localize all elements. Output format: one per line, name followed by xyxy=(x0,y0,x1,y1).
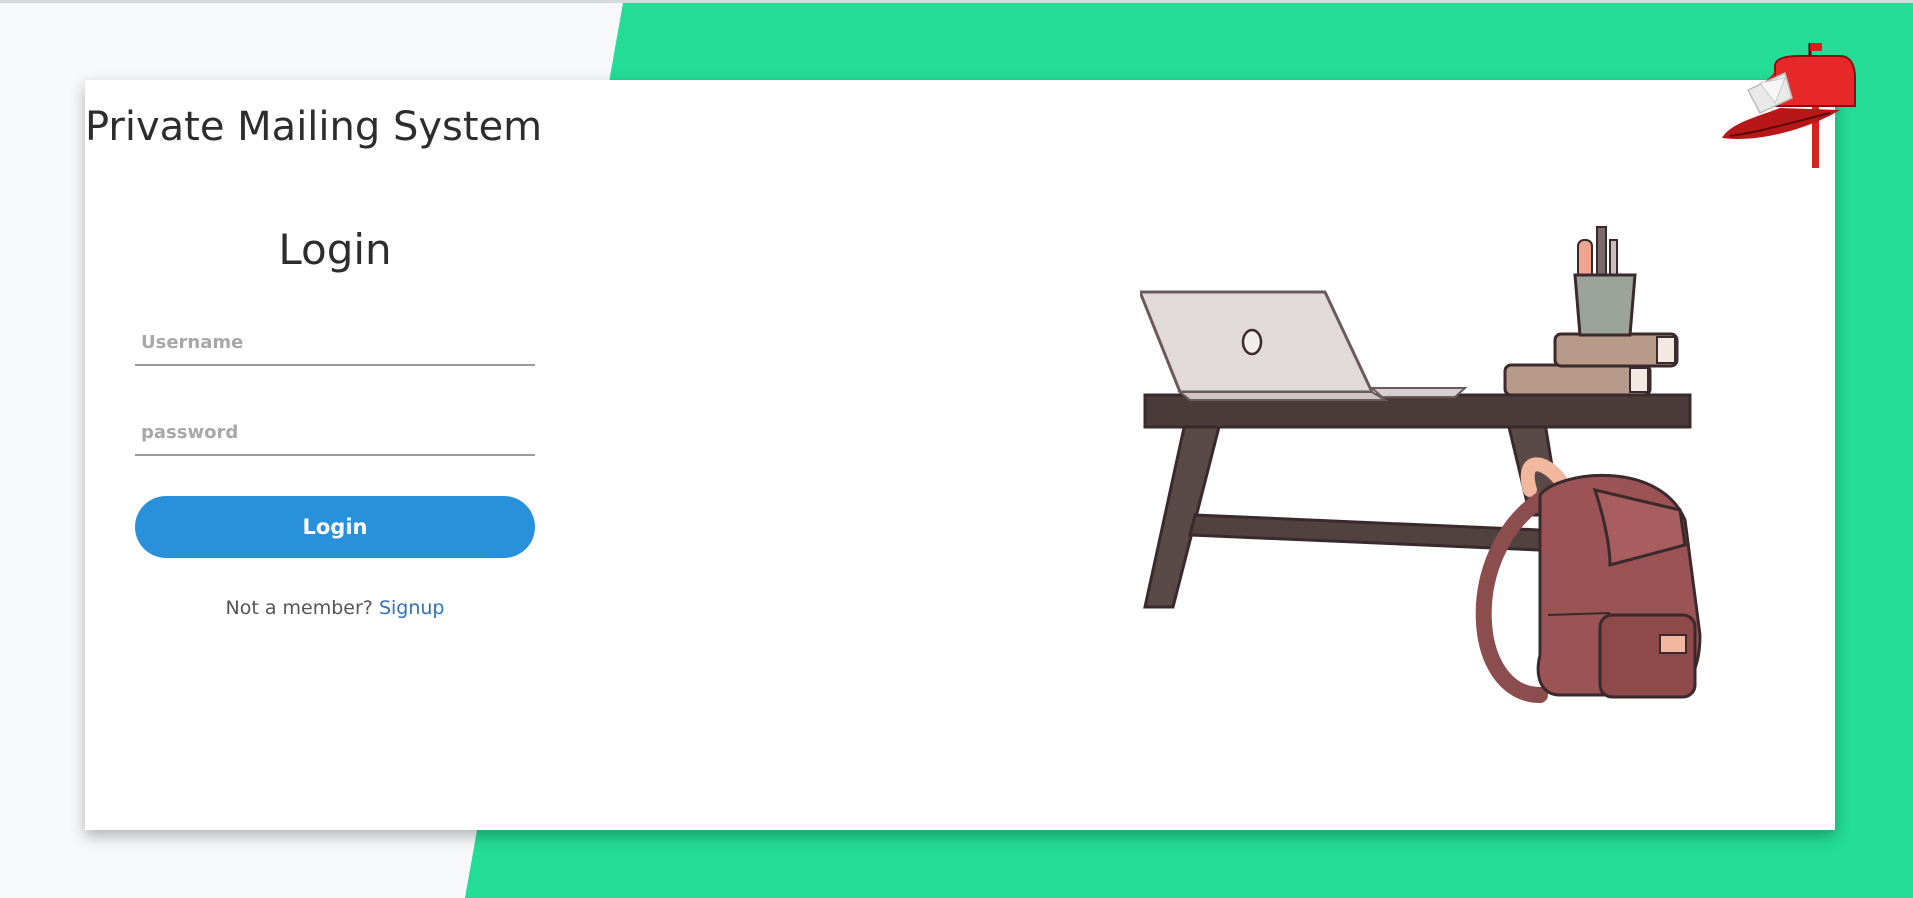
desk-legs xyxy=(1143,421,1562,609)
pen-cup-icon xyxy=(1573,226,1637,337)
signup-line: Not a member? Signup xyxy=(135,597,535,619)
books-icon xyxy=(1503,332,1679,397)
mailbox-icon xyxy=(1722,43,1856,168)
login-heading: Login xyxy=(278,225,392,274)
login-card: Private Mailing System Login Login Not a… xyxy=(85,43,1856,830)
backpack-icon xyxy=(1475,457,1702,703)
password-input[interactable] xyxy=(135,410,535,454)
signup-link[interactable]: Signup xyxy=(379,597,445,619)
login-button[interactable]: Login xyxy=(135,496,535,558)
laptop-icon xyxy=(1140,290,1468,401)
desk-illustration xyxy=(1140,226,1702,703)
password-field xyxy=(135,410,535,456)
signup-prompt: Not a member? xyxy=(225,597,373,619)
username-input[interactable] xyxy=(135,320,535,364)
username-field xyxy=(135,320,535,366)
app-title: Private Mailing System xyxy=(85,104,543,150)
